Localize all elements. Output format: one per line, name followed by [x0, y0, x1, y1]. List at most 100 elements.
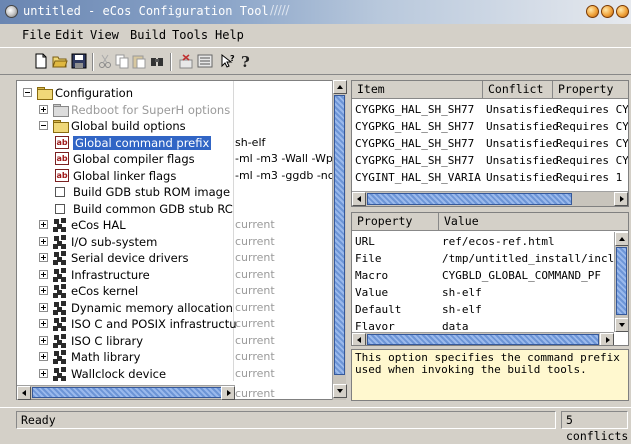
properties-panel[interactable]: Property Value URL ref/ecos-ref.html File /…: [351, 212, 629, 346]
tree-row[interactable]: ISO C and POSIX infrastructu current: [17, 316, 330, 332]
expand-icon[interactable]: [39, 335, 48, 345]
tree-horizontal-scrollbar[interactable]: [17, 385, 235, 400]
tree-row[interactable]: I/O sub-system current: [17, 234, 330, 250]
property-value-cell[interactable]: sh-elf: [442, 303, 482, 316]
properties-header-value[interactable]: Value: [439, 213, 628, 231]
conflict-property-cell[interactable]: Requires CYG: [556, 120, 628, 133]
menu-help[interactable]: Help: [215, 28, 244, 42]
help-icon[interactable]: ?: [238, 53, 254, 69]
property-value-cell[interactable]: CYGBLD_GLOBAL_COMMAND_PF: [442, 269, 601, 282]
option-checkbox[interactable]: [55, 187, 65, 197]
hscroll-thumb[interactable]: [367, 334, 599, 345]
conflict-property-cell[interactable]: Requires 1 ==: [556, 171, 628, 184]
tree-row[interactable]: Redboot for SuperH options: [17, 102, 330, 118]
conflict-item-cell[interactable]: CYGPKG_HAL_SH_SH77: [355, 154, 474, 167]
conflict-property-cell[interactable]: Requires CYG: [556, 103, 628, 116]
whats-this-icon[interactable]: ?: [220, 53, 236, 69]
menu-file[interactable]: File: [22, 28, 51, 42]
minimize-button[interactable]: [586, 5, 599, 18]
save-icon[interactable]: [71, 53, 87, 69]
property-name-cell[interactable]: URL: [355, 235, 375, 248]
expand-icon[interactable]: [39, 352, 48, 361]
close-button[interactable]: [616, 5, 629, 18]
tree-row[interactable]: ab Global command prefix sh-elf: [17, 135, 330, 151]
tree-row[interactable]: Configuration: [17, 85, 330, 101]
property-name-cell[interactable]: Value: [355, 286, 388, 299]
property-name-cell[interactable]: Default: [355, 303, 401, 316]
properties-horizontal-scrollbar[interactable]: [352, 332, 614, 345]
property-value-cell[interactable]: sh-elf: [442, 286, 482, 299]
tree-row[interactable]: Global build options: [17, 118, 330, 134]
properties-vertical-scrollbar[interactable]: [614, 232, 628, 332]
configuration-tree[interactable]: Configuration Redboot for SuperH options G…: [16, 80, 346, 400]
hscroll-thumb[interactable]: [367, 193, 572, 205]
scroll-left-button[interactable]: [352, 192, 366, 206]
app-icon[interactable]: [5, 5, 18, 18]
collapse-icon[interactable]: [39, 121, 48, 130]
conflicts-header-conflict[interactable]: Conflict: [483, 81, 553, 99]
property-value-cell[interactable]: /tmp/untitled_install/include/p: [442, 252, 628, 265]
conflict-conflict-cell[interactable]: Unsatisfied: [486, 120, 559, 133]
collapse-icon[interactable]: [23, 88, 32, 97]
tree-row[interactable]: ab Global linker flags -ml -m3 -ggdb -nc: [17, 168, 334, 184]
menu-tools[interactable]: Tools: [172, 28, 208, 42]
tree-row[interactable]: Wallclock device current: [17, 366, 330, 382]
tree-row-value[interactable]: sh-elf: [235, 136, 265, 149]
menu-view[interactable]: View: [90, 28, 119, 42]
expand-icon[interactable]: [39, 253, 48, 262]
expand-icon[interactable]: [39, 236, 48, 246]
build-icon[interactable]: [197, 53, 213, 69]
property-value-cell[interactable]: ref/ecos-ref.html: [442, 235, 555, 248]
scroll-up-button[interactable]: [615, 232, 628, 246]
scroll-up-button[interactable]: [333, 80, 347, 94]
maximize-button[interactable]: [601, 5, 614, 18]
expand-icon[interactable]: [39, 286, 48, 295]
conflict-item-cell[interactable]: CYGPKG_HAL_SH_SH77: [355, 120, 474, 133]
find-icon[interactable]: [149, 53, 165, 69]
conflict-conflict-cell[interactable]: Unsatisfied: [486, 103, 559, 116]
conflict-conflict-cell[interactable]: Unsatisfied: [486, 154, 559, 167]
tree-row[interactable]: Serial device drivers current: [17, 250, 330, 266]
conflict-conflict-cell[interactable]: Unsatisfied: [486, 171, 559, 184]
hscroll-thumb[interactable]: [32, 387, 222, 398]
tree-row[interactable]: Math library current: [17, 349, 330, 365]
tree-vertical-scrollbar[interactable]: [332, 80, 347, 400]
scroll-right-button[interactable]: [600, 333, 614, 345]
conflict-item-cell[interactable]: CYGPKG_HAL_SH_SH77: [355, 103, 474, 116]
tree-row[interactable]: eCos kernel current: [17, 283, 330, 299]
scroll-down-button[interactable]: [333, 384, 347, 398]
conflicts-panel[interactable]: Item Conflict Property CYGPKG_HAL_SH_SH7…: [351, 80, 629, 207]
tree-row[interactable]: Build common GDB stub RC: [17, 201, 330, 217]
tree-row[interactable]: ISO C library current: [17, 333, 330, 349]
tree-row[interactable]: Build GDB stub ROM image: [17, 184, 330, 200]
stop-build-icon[interactable]: [178, 53, 194, 69]
conflicts-header-property[interactable]: Property: [553, 81, 628, 99]
tree-row[interactable]: eCos HAL current: [17, 217, 330, 233]
cut-icon[interactable]: [97, 53, 113, 69]
scroll-thumb[interactable]: [616, 247, 627, 315]
scroll-thumb[interactable]: [334, 95, 345, 375]
conflict-item-cell[interactable]: CYGPKG_HAL_SH_SH77: [355, 137, 474, 150]
scroll-left-button[interactable]: [17, 386, 31, 400]
conflict-item-cell[interactable]: CYGINT_HAL_SH_VARIA: [355, 171, 481, 184]
conflict-property-cell[interactable]: Requires CYG: [556, 137, 628, 150]
scroll-right-button[interactable]: [221, 386, 235, 400]
tree-row-value[interactable]: -ml -m3 -Wall -Wp: [235, 152, 333, 165]
scroll-down-button[interactable]: [615, 318, 628, 332]
paste-icon[interactable]: [131, 53, 147, 69]
scroll-left-button[interactable]: [352, 333, 366, 345]
menu-edit[interactable]: Edit: [55, 28, 84, 42]
conflicts-horizontal-scrollbar[interactable]: [352, 191, 628, 206]
scroll-right-button[interactable]: [614, 192, 628, 206]
conflict-conflict-cell[interactable]: Unsatisfied: [486, 137, 559, 150]
expand-icon[interactable]: [39, 368, 48, 378]
tree-row[interactable]: Infrastructure current: [17, 267, 330, 283]
expand-icon[interactable]: [39, 269, 48, 279]
status-conflicts[interactable]: 5 conflicts: [561, 411, 628, 443]
tree-row[interactable]: Dynamic memory allocation current: [17, 300, 330, 316]
expand-icon[interactable]: [39, 104, 48, 114]
properties-header-property[interactable]: Property: [352, 213, 439, 231]
option-checkbox[interactable]: [55, 203, 65, 214]
tree-row-value[interactable]: -ml -m3 -ggdb -nc: [235, 169, 334, 182]
expand-icon[interactable]: [39, 302, 48, 312]
